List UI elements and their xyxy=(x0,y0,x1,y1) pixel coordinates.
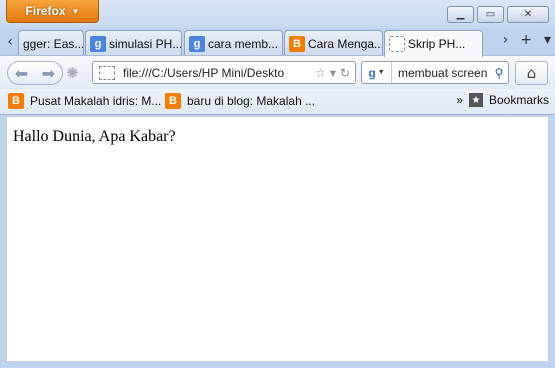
minimize-button[interactable]: ▁ xyxy=(447,6,474,23)
tab-skrip-php[interactable]: Skrip PH... xyxy=(384,30,483,57)
bookmarks-menu-button[interactable]: Bookmarks xyxy=(489,93,549,107)
bookmarks-overflow-button[interactable]: » xyxy=(456,93,463,107)
blank-page-icon xyxy=(389,36,405,52)
maximize-button[interactable]: ▭ xyxy=(477,6,504,23)
close-button[interactable]: ✕ xyxy=(507,6,549,23)
bookmark-label: Pusat Makalah idris: M... xyxy=(30,94,162,108)
chevron-down-icon: ▼ xyxy=(71,6,80,16)
tab-label: gger: Eas... xyxy=(23,36,84,51)
page-content: Hallo Dunia, Apa Kabar? xyxy=(6,116,549,362)
tab-strip: ‹ gger: Eas... g simulasi PH... g cara m… xyxy=(0,28,555,57)
tab-scroll-left-button[interactable]: ‹ xyxy=(2,32,18,52)
firefox-menu-button[interactable]: Firefox ▼ xyxy=(6,0,99,23)
bookmarks-end: » ★ Bookmarks xyxy=(456,93,549,107)
bookmarks-toolbar: B Pusat Makalah idris: M... B baru di bl… xyxy=(0,89,555,115)
url-text[interactable]: file:///C:/Users/HP Mini/Deskto xyxy=(123,66,315,80)
reload-stop-icon[interactable]: ✺ xyxy=(66,64,79,82)
tab-cara-memb[interactable]: g cara memb... xyxy=(184,30,283,56)
close-icon: ✕ xyxy=(523,9,533,20)
tab-controls: › + ▾ xyxy=(503,32,555,48)
search-engine-selector[interactable]: g ▼ xyxy=(362,62,392,83)
tab-simulasi[interactable]: g simulasi PH... xyxy=(85,30,182,56)
tab-scroll-right-button[interactable]: › xyxy=(503,32,509,48)
bookmark-item[interactable]: B baru di blog: Makalah ... xyxy=(165,93,315,109)
url-bar-icons: ☆ ▾ ↻ xyxy=(315,66,355,80)
reload-icon[interactable]: ↻ xyxy=(340,66,350,80)
google-icon: g xyxy=(90,35,106,52)
blogger-icon: B xyxy=(289,35,305,52)
chevron-left-icon: ‹ xyxy=(7,34,13,50)
blogger-icon: B xyxy=(165,93,181,109)
bookmarks-star-icon: ★ xyxy=(468,93,483,107)
bookmark-star-icon[interactable]: ☆ xyxy=(315,66,326,80)
search-bar[interactable]: g ▼ membuat screen ⚲ xyxy=(361,61,509,84)
window-controls: ▁ ▭ ✕ xyxy=(447,6,549,23)
history-dropdown-icon[interactable]: ▾ xyxy=(330,66,336,80)
chevron-down-icon: ▼ xyxy=(377,69,385,76)
back-forward-group: ⬅ ➡ xyxy=(7,61,63,85)
google-icon: g xyxy=(368,65,376,80)
bookmark-item[interactable]: B Pusat Makalah idris: M... xyxy=(8,93,161,109)
page-text: Hallo Dunia, Apa Kabar? xyxy=(13,128,176,145)
tab-label: Skrip PH... xyxy=(408,37,466,51)
tab-label: simulasi PH... xyxy=(109,36,182,51)
list-all-tabs-button[interactable]: ▾ xyxy=(544,32,551,48)
maximize-icon: ▭ xyxy=(485,9,496,20)
tab-cara-menga[interactable]: B Cara Menga... xyxy=(284,30,383,56)
bookmark-label: baru di blog: Makalah ... xyxy=(187,94,316,108)
url-bar[interactable]: file:///C:/Users/HP Mini/Deskto ☆ ▾ ↻ xyxy=(92,61,356,84)
back-button[interactable]: ⬅ xyxy=(15,64,28,83)
search-input[interactable]: membuat screen xyxy=(392,66,490,80)
home-icon: ⌂ xyxy=(526,64,537,82)
blogger-icon: B xyxy=(8,93,24,109)
tab-label: cara memb... xyxy=(208,36,279,51)
firefox-menu-label: Firefox xyxy=(25,4,66,18)
title-bar: Firefox ▼ ▁ ▭ ✕ xyxy=(0,0,555,28)
site-identity-icon[interactable] xyxy=(99,65,115,80)
tab-label: Cara Menga... xyxy=(308,36,383,51)
new-tab-button[interactable]: + xyxy=(520,32,532,48)
google-icon: g xyxy=(189,35,205,52)
home-button[interactable]: ⌂ xyxy=(515,61,548,85)
forward-button[interactable]: ➡ xyxy=(42,64,55,83)
tab-blogger[interactable]: gger: Eas... xyxy=(18,30,84,56)
search-icon[interactable]: ⚲ xyxy=(490,66,508,80)
navigation-bar: ⬅ ➡ ✺ file:///C:/Users/HP Mini/Deskto ☆ … xyxy=(0,55,555,89)
minimize-icon: ▁ xyxy=(456,9,465,20)
